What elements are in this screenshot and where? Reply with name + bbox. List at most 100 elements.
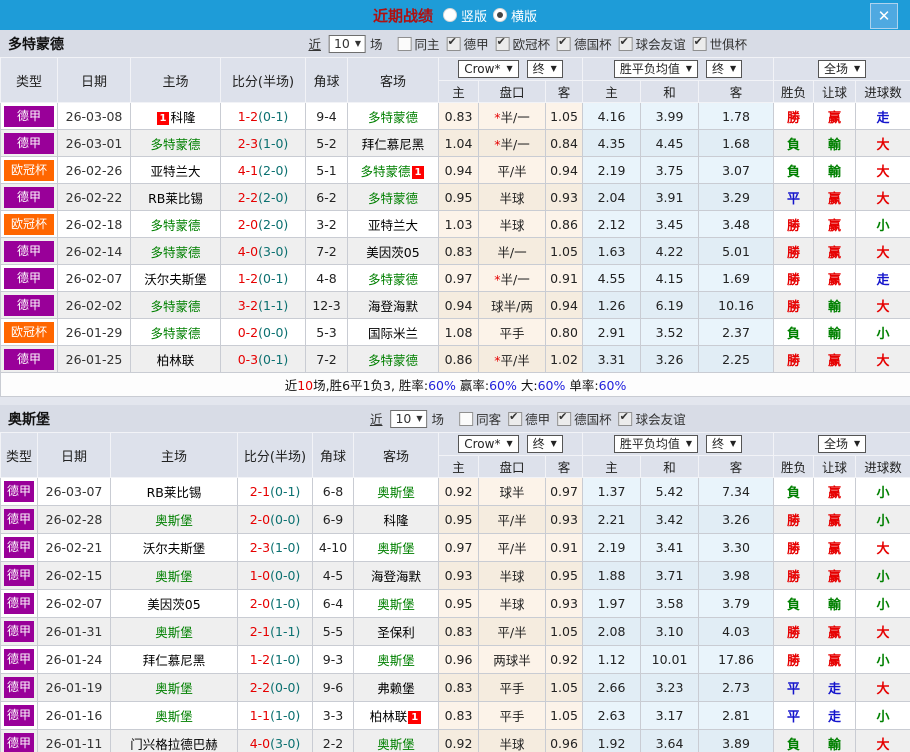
- avg-home-cell: 3.31: [582, 345, 642, 373]
- team-label: 多特蒙德: [367, 190, 418, 206]
- radio-horizontal-layout[interactable]: 横版: [493, 6, 537, 25]
- team-label: 奥斯堡: [377, 737, 415, 752]
- league-cell: 德甲: [0, 291, 58, 319]
- half-score: (0-1): [270, 484, 301, 499]
- home-team-cell: 多特蒙德: [130, 129, 221, 157]
- filter-checkbox[interactable]: [618, 410, 633, 426]
- radio-vertical-layout[interactable]: 竖版: [442, 6, 487, 25]
- wdl-time-select[interactable]: 终: [706, 60, 743, 78]
- away-team-cell: 国际米兰: [347, 318, 439, 346]
- filter-checkbox[interactable]: [557, 410, 572, 426]
- avg-home-cell: 1.37: [582, 477, 642, 506]
- team-label: 国际米兰: [367, 325, 418, 341]
- col-avg-home: 主: [582, 455, 642, 478]
- filter-checkbox[interactable]: [446, 35, 461, 51]
- col-handicap-result: 让球: [813, 455, 857, 478]
- half-score: (2-0): [258, 189, 289, 205]
- score-cell: 2-0(2-0): [220, 210, 306, 238]
- league-cell: 德甲: [0, 505, 38, 534]
- team-label: 奥斯堡: [377, 541, 415, 556]
- handicap-cell: 球半: [478, 477, 546, 506]
- avg-draw-cell: 10.01: [640, 645, 700, 674]
- filter-checkbox-label: 德国杯: [574, 412, 612, 427]
- wdl-time-select[interactable]: 终: [706, 435, 743, 453]
- filter-checkbox-label: 世俱杯: [709, 37, 748, 52]
- match-date-cell: 26-02-07: [57, 264, 131, 292]
- home-team-cell: 亚特兰大: [130, 156, 221, 184]
- league-badge: 德甲: [4, 593, 34, 614]
- half-score: (1-1): [270, 624, 301, 639]
- filter-checkbox[interactable]: [459, 411, 474, 426]
- odds-company-select[interactable]: Crow*: [458, 60, 519, 78]
- match-date-cell: 26-01-19: [37, 673, 111, 702]
- full-score: 0-2: [237, 324, 259, 340]
- league-badge: 德甲: [4, 348, 54, 370]
- avg-home-cell: 2.12: [582, 210, 642, 238]
- result-winlose-cell: 勝: [773, 505, 815, 534]
- wdl-average-select[interactable]: 胜平负均值: [613, 60, 699, 78]
- result-goals-cell: 大: [855, 673, 910, 702]
- odds-away-cell: 1.05: [544, 237, 584, 265]
- result-goals-cell: 大: [855, 729, 910, 752]
- team-name: 多特蒙德: [8, 36, 64, 53]
- col-date: 日期: [37, 432, 111, 478]
- result-handicap-cell: 赢: [813, 210, 857, 238]
- handicap-cell: 平手: [478, 673, 546, 702]
- match-date-cell: 26-01-11: [37, 729, 111, 752]
- league-cell: 德甲: [0, 645, 38, 674]
- league-cell: 德甲: [0, 533, 38, 562]
- avg-draw-cell: 4.45: [640, 129, 700, 157]
- score-cell: 2-1(1-1): [237, 617, 313, 646]
- team-label: 多特蒙德: [367, 271, 418, 287]
- filter-checkbox[interactable]: [508, 410, 523, 426]
- match-count-select[interactable]: 10: [390, 409, 428, 428]
- handicap-cell: 半球: [478, 210, 546, 238]
- avg-draw-cell: 3.17: [640, 701, 700, 730]
- league-badge: 德甲: [4, 294, 54, 316]
- home-team-cell: 多特蒙德: [130, 318, 221, 346]
- matches-unit-label: 场: [431, 412, 445, 427]
- team-label: 奥斯堡: [155, 513, 193, 528]
- near-matches-link[interactable]: 近: [370, 409, 383, 428]
- odds-time-select[interactable]: 终: [526, 60, 563, 78]
- matches-unit-label: 场: [370, 37, 383, 52]
- odds-time-select[interactable]: 终: [526, 435, 563, 453]
- near-matches-link[interactable]: 近: [308, 34, 321, 53]
- result-handicap-cell: 輸: [813, 589, 857, 618]
- match-row: 德甲 26-02-07 沃尔夫斯堡 1-2(0-1) 4-8 多特蒙德 0.97 *半/一 0.…: [0, 264, 910, 292]
- col-winlose: 胜负: [773, 80, 815, 103]
- avg-home-cell: 1.88: [582, 561, 642, 590]
- scope-select[interactable]: 全场: [817, 60, 867, 78]
- odds-home-cell: 0.94: [438, 156, 479, 184]
- home-team-cell: 美因茨05: [110, 589, 238, 618]
- avg-draw-cell: 3.58: [640, 589, 700, 618]
- filter-checkbox-label: 球会友谊: [635, 37, 686, 52]
- odds-company-select[interactable]: Crow*: [458, 435, 519, 453]
- league-badge: 德甲: [4, 186, 54, 208]
- filter-checkbox[interactable]: [495, 35, 510, 51]
- filter-checkbox[interactable]: [692, 35, 707, 51]
- match-count-select[interactable]: 10: [328, 34, 367, 53]
- col-avg-home: 主: [582, 80, 642, 103]
- result-handicap-cell: 輸: [813, 156, 857, 184]
- close-button[interactable]: ✕: [870, 3, 898, 29]
- full-score: 2-1: [249, 624, 271, 639]
- score-cell: 2-0(0-0): [237, 505, 313, 534]
- avg-away-cell: 2.81: [698, 701, 775, 730]
- col-type: 类型: [0, 57, 58, 103]
- wdl-average-select[interactable]: 胜平负均值: [613, 435, 699, 453]
- odds-away-cell: 0.93: [544, 183, 584, 211]
- away-team-cell: 美因茨05: [347, 237, 439, 265]
- match-row: 德甲 26-01-31 奥斯堡 2-1(1-1) 5-5 圣保利 0.83 平/半 1.05 2.…: [0, 617, 910, 646]
- away-team-cell: 奥斯堡: [353, 729, 439, 752]
- match-date-cell: 26-02-14: [57, 237, 131, 265]
- radio-unchecked-icon[interactable]: [442, 8, 457, 22]
- result-goals-cell: 小: [855, 505, 910, 534]
- filter-checkbox[interactable]: [557, 35, 572, 51]
- team-label: 门兴格拉德巴赫: [130, 737, 218, 752]
- away-team-cell: 多特蒙德: [347, 345, 439, 373]
- filter-checkbox[interactable]: [618, 35, 633, 51]
- scope-select[interactable]: 全场: [817, 435, 867, 453]
- radio-checked-icon[interactable]: [493, 8, 507, 22]
- filter-checkbox[interactable]: [397, 36, 412, 51]
